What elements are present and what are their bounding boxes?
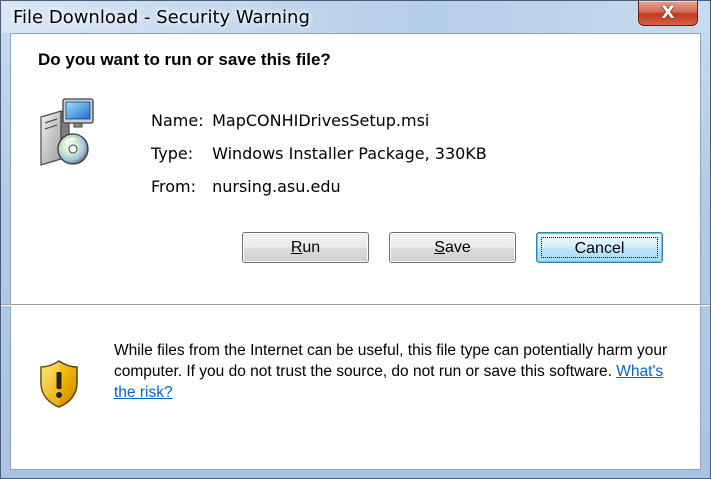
file-type-row: Type: Windows Installer Package, 330KB [151,144,487,163]
windows-installer-icon [40,98,94,166]
save-button[interactable]: Save [389,232,516,263]
file-from-row: From: nursing.asu.edu [151,177,341,196]
security-warning-window: File Download - Security Warning X Do yo… [0,0,711,479]
file-name-label: Name: [151,111,204,130]
dialog-question: Do you want to run or save this file? [38,50,331,69]
cancel-label: Cancel [541,237,658,258]
window-title: File Download - Security Warning [13,7,310,28]
title-bar[interactable]: File Download - Security Warning X [1,1,710,33]
divider [1,304,710,305]
close-icon: X [661,3,675,23]
file-from-label: From: [151,177,197,196]
run-label: un [302,239,321,256]
file-type-label: Type: [151,144,194,163]
warning-message: While files from the Internet can be use… [114,342,668,380]
cancel-button[interactable]: Cancel [536,232,663,263]
close-button[interactable]: X [638,1,698,26]
run-button[interactable]: Run [242,232,369,263]
file-name-row: Name: MapCONHIDrivesSetup.msi [151,111,429,130]
shield-warning-icon [40,360,78,408]
file-type-value: Windows Installer Package, 330KB [212,144,487,163]
security-warning-text: While files from the Internet can be use… [114,340,684,403]
save-mnemonic: S [434,239,445,256]
file-from-value: nursing.asu.edu [212,177,341,196]
file-name-value: MapCONHIDrivesSetup.msi [212,111,430,130]
run-mnemonic: R [290,239,303,256]
save-label: ave [444,239,471,256]
